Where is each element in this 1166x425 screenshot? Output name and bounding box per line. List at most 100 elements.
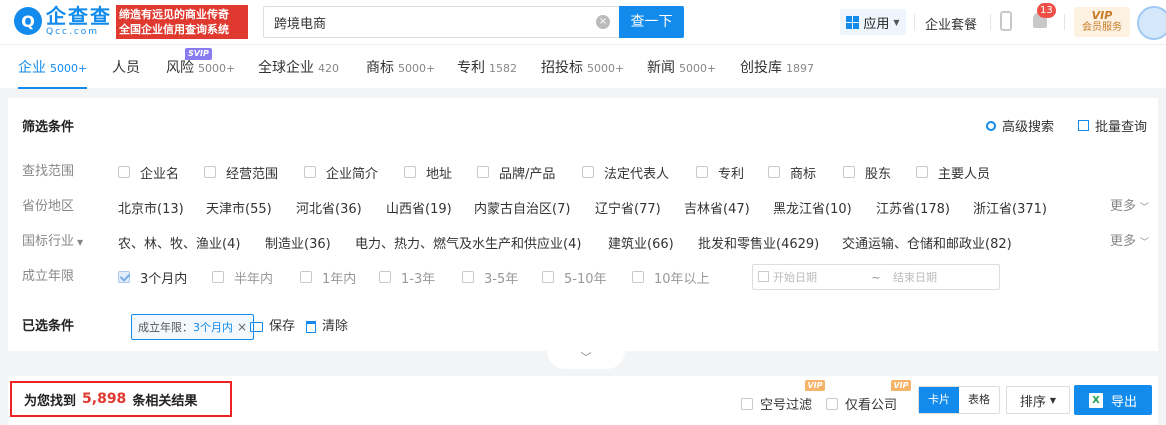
tab-news[interactable]: 新闻 5000+ xyxy=(647,45,716,89)
checkbox[interactable] xyxy=(768,166,780,178)
region-option[interactable]: 江苏省(178) xyxy=(876,197,950,217)
founded-option[interactable]: 10年以上 xyxy=(632,267,710,287)
industry-label[interactable]: 国标行业 ▼ xyxy=(22,232,83,253)
industry-more-button[interactable]: 更多 ﹀ xyxy=(1110,232,1149,253)
scope-option[interactable]: 股东 xyxy=(843,162,891,182)
founded-option[interactable]: 3个月内 xyxy=(118,267,187,287)
tab-patent[interactable]: 专利 1582 xyxy=(457,45,517,89)
checkbox[interactable] xyxy=(582,166,594,178)
region-option[interactable]: 山西省(19) xyxy=(386,197,452,217)
selected-row: 已选条件 成立年限： 3个月内 × 保存 清除 xyxy=(22,314,1152,340)
region-option[interactable]: 内蒙古自治区(7) xyxy=(474,197,570,217)
tab-label: 新闻 xyxy=(647,60,675,76)
checkbox[interactable] xyxy=(204,166,216,178)
industry-option[interactable]: 建筑业(66) xyxy=(608,232,674,252)
scope-option[interactable]: 商标 xyxy=(768,162,816,182)
region-more-button[interactable]: 更多 ﹀ xyxy=(1110,197,1149,218)
date-range-picker[interactable]: 开始日期 ~ 结束日期 xyxy=(752,264,1000,290)
calendar-icon xyxy=(758,271,769,282)
selected-filter-chip[interactable]: 成立年限： 3个月内 × xyxy=(131,314,255,340)
app-menu-button[interactable]: 应用 ▼ xyxy=(840,9,906,35)
scope-option[interactable]: 法定代表人 xyxy=(582,162,669,182)
tab-venture[interactable]: 创投库 1897 xyxy=(740,45,814,89)
tab-company[interactable]: 企业 5000+ xyxy=(18,45,88,89)
empty-number-filter[interactable]: 空号过滤 xyxy=(741,394,812,413)
region-option[interactable]: 河北省(36) xyxy=(296,197,362,217)
checkbox[interactable] xyxy=(304,166,316,178)
region-option[interactable]: 辽宁省(77) xyxy=(595,197,661,217)
checkbox[interactable] xyxy=(741,397,753,410)
suite-link[interactable]: 企业套餐 xyxy=(925,14,977,33)
scope-option[interactable]: 专利 xyxy=(696,162,744,182)
advanced-search-link[interactable]: 高级搜索 xyxy=(986,116,1054,135)
close-icon[interactable]: × xyxy=(237,320,247,334)
card-view-button[interactable]: 卡片 xyxy=(919,387,959,413)
table-view-button[interactable]: 表格 xyxy=(959,387,999,413)
checkbox[interactable] xyxy=(379,271,391,283)
scope-option[interactable]: 地址 xyxy=(404,162,452,182)
result-count-summary: 为您找到 5,898 条相关结果 xyxy=(10,381,232,417)
region-option[interactable]: 黑龙江省(10) xyxy=(773,197,852,217)
save-filter-button[interactable]: 保存 xyxy=(250,317,295,337)
checkbox[interactable] xyxy=(404,166,416,178)
region-option[interactable]: 北京市(13) xyxy=(118,197,184,217)
export-button[interactable]: X 导出 xyxy=(1074,385,1152,415)
checkbox-checked[interactable] xyxy=(118,271,130,283)
checkbox[interactable] xyxy=(118,166,130,178)
sort-button[interactable]: 排序 ▼ xyxy=(1006,386,1070,414)
scope-option[interactable]: 品牌/产品 xyxy=(477,162,555,182)
region-option[interactable]: 浙江省(371) xyxy=(973,197,1047,217)
divider xyxy=(1064,14,1065,30)
scope-option[interactable]: 主要人员 xyxy=(916,162,990,182)
notification-badge: 13 xyxy=(1037,3,1056,18)
search-button[interactable]: 查一下 xyxy=(619,6,684,38)
industry-option[interactable]: 制造业(36) xyxy=(265,232,331,252)
founded-option[interactable]: 1-3年 xyxy=(379,267,435,287)
checkbox[interactable] xyxy=(212,271,224,283)
tab-bidding[interactable]: 招投标 5000+ xyxy=(541,45,624,89)
start-date-input[interactable]: 开始日期 xyxy=(773,269,865,285)
clear-filter-button[interactable]: 清除 xyxy=(306,317,348,337)
collapse-panel-toggle[interactable]: ﹀ xyxy=(547,351,625,369)
filter-panel: 筛选条件 高级搜索 批量查询 查找范围 企业名 经营范围 企业简介 地址 品牌/… xyxy=(8,98,1158,351)
clear-icon[interactable]: × xyxy=(596,15,610,29)
checkbox[interactable] xyxy=(542,271,554,283)
tab-global-company[interactable]: 全球企业 420 xyxy=(258,45,339,89)
industry-option[interactable]: 农、林、牧、渔业(4) xyxy=(118,232,240,252)
founded-option[interactable]: 5-10年 xyxy=(542,267,607,287)
logo[interactable]: Q 企查查 Qcc.com xyxy=(14,5,112,37)
logo-domain: Qcc.com xyxy=(46,27,100,37)
checkbox[interactable] xyxy=(843,166,855,178)
founded-option[interactable]: 3-5年 xyxy=(462,267,518,287)
industry-option[interactable]: 交通运输、仓储和邮政业(82) xyxy=(842,232,1012,252)
category-tabs: 企业 5000+ 人员 风险 5000+ SVIP 全球企业 420 商标 5000+ … xyxy=(0,44,1166,89)
checkbox[interactable] xyxy=(477,166,489,178)
vip-service-button[interactable]: VIP 会员服务 xyxy=(1074,7,1130,37)
region-option[interactable]: 天津市(55) xyxy=(206,197,272,217)
founded-option[interactable]: 半年内 xyxy=(212,267,273,287)
tab-person[interactable]: 人员 xyxy=(112,45,140,89)
checkbox[interactable] xyxy=(300,271,312,283)
founded-option[interactable]: 1年内 xyxy=(300,267,356,287)
tab-trademark[interactable]: 商标 5000+ xyxy=(366,45,435,89)
tab-count: 1582 xyxy=(489,62,517,75)
batch-query-link[interactable]: 批量查询 xyxy=(1078,116,1147,135)
end-date-input[interactable]: 结束日期 xyxy=(893,269,937,285)
scope-option[interactable]: 企业名 xyxy=(118,162,179,182)
avatar[interactable] xyxy=(1137,6,1166,40)
industry-option[interactable]: 电力、热力、燃气及水生产和供应业(4) xyxy=(355,232,581,252)
region-option[interactable]: 吉林省(47) xyxy=(684,197,750,217)
checkbox[interactable] xyxy=(632,271,644,283)
checkbox[interactable] xyxy=(462,271,474,283)
scope-option[interactable]: 经营范围 xyxy=(204,162,278,182)
company-only-filter[interactable]: 仅看公司 xyxy=(826,394,897,413)
slogan-banner: 缔造有远见的商业传奇 全国企业信用查询系统 xyxy=(116,5,248,39)
search-input[interactable] xyxy=(264,7,584,37)
checkbox[interactable] xyxy=(826,397,838,410)
checkbox[interactable] xyxy=(916,166,928,178)
tab-label: 全球企业 xyxy=(258,60,314,76)
scope-option[interactable]: 企业简介 xyxy=(304,162,378,182)
mobile-phone-icon[interactable] xyxy=(1000,11,1012,31)
checkbox[interactable] xyxy=(696,166,708,178)
industry-option[interactable]: 批发和零售业(4629) xyxy=(698,232,819,252)
